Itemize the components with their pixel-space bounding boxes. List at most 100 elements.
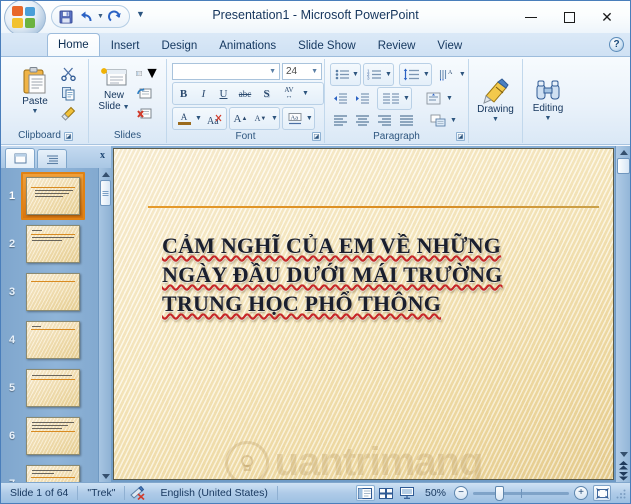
new-slide-button[interactable]: New Slide ▼ <box>94 63 134 113</box>
line-spacing-dropdown-icon[interactable]: ▼ <box>423 71 430 78</box>
strikethrough-button[interactable]: abc <box>234 84 256 103</box>
slide-scrollbar-thumb[interactable] <box>617 158 630 174</box>
columns-button[interactable] <box>379 89 403 108</box>
zoom-in-button[interactable]: + <box>574 486 588 500</box>
text-direction-button[interactable]: A <box>437 65 457 84</box>
font-name-input[interactable]: ▼ <box>172 63 280 80</box>
language-indicator[interactable]: English (United States) <box>151 483 276 503</box>
tab-design[interactable]: Design <box>150 34 208 56</box>
tab-view[interactable]: View <box>426 34 473 56</box>
tab-slide-show[interactable]: Slide Show <box>287 34 367 56</box>
view-slide-show-button[interactable] <box>398 485 417 501</box>
slide-scrollbar[interactable] <box>615 146 630 482</box>
thumbnail-scrollbar[interactable] <box>98 168 111 482</box>
tab-insert[interactable]: Insert <box>100 34 151 56</box>
align-left-button[interactable] <box>330 111 350 130</box>
align-text-dropdown-icon[interactable]: ▼ <box>446 95 453 102</box>
increase-indent-button[interactable] <box>352 89 372 108</box>
thumbnail-frame[interactable] <box>21 316 85 364</box>
thumbnail-frame[interactable] <box>21 268 85 316</box>
columns-dropdown-icon[interactable]: ▼ <box>403 95 410 102</box>
text-shadow-button[interactable]: S <box>257 84 276 103</box>
clear-formatting-button[interactable]: Aa <box>203 109 225 128</box>
align-text-button[interactable] <box>424 89 444 108</box>
list-item[interactable]: 3 <box>1 268 111 316</box>
thumbnail-frame[interactable] <box>21 364 85 412</box>
tab-review[interactable]: Review <box>367 34 427 56</box>
slide-scrollbar-track[interactable] <box>616 174 630 448</box>
list-item[interactable]: 4 <box>1 316 111 364</box>
delete-slide-button[interactable] <box>135 104 154 123</box>
list-item[interactable]: 7 <box>1 460 111 482</box>
justify-button[interactable] <box>396 111 416 130</box>
view-slide-sorter-button[interactable] <box>377 485 396 501</box>
italic-button[interactable]: I <box>194 84 213 103</box>
fit-to-window-button[interactable] <box>593 485 611 501</box>
thumbnail-list[interactable]: 1 2 3 4 5 6 <box>1 168 111 482</box>
thumbnail-frame[interactable] <box>21 220 85 268</box>
bullets-dropdown-icon[interactable]: ▼ <box>352 71 359 78</box>
help-icon[interactable]: ? <box>609 37 624 52</box>
slide-title-placeholder[interactable]: CẢM NGHĨ CỦA EM VỀ NHỮNG NGÀY ĐẦU DƯỚI M… <box>162 231 589 318</box>
reset-button[interactable] <box>135 84 154 103</box>
paragraph-dialog-launcher-icon[interactable]: ◪ <box>456 132 465 141</box>
thumbnail-frame[interactable] <box>21 460 85 482</box>
paste-dropdown-icon[interactable]: ▼ <box>32 108 39 115</box>
thumbnail-frame[interactable] <box>21 172 85 220</box>
tab-animations[interactable]: Animations <box>208 34 287 56</box>
line-spacing-button[interactable] <box>401 65 423 84</box>
font-size-input[interactable]: 24 ▼ <box>282 63 322 80</box>
character-spacing-button[interactable]: AV ↔ <box>277 84 301 103</box>
close-pane-icon[interactable]: x <box>100 150 105 161</box>
maximize-button[interactable] <box>550 5 588 29</box>
font-size-dropdown-icon[interactable]: ▼ <box>311 68 318 75</box>
copy-button[interactable] <box>59 84 78 103</box>
spellcheck-button[interactable] <box>125 483 151 503</box>
convert-smartart-dropdown-icon[interactable]: ▼ <box>450 117 457 124</box>
align-center-button[interactable] <box>352 111 372 130</box>
convert-smartart-button[interactable] <box>428 111 448 130</box>
list-item[interactable]: 6 <box>1 412 111 460</box>
tab-outline-view[interactable] <box>37 149 67 168</box>
font-size-group-dropdown-icon[interactable]: ▼ <box>271 115 278 122</box>
thumbnail-scrollbar-thumb[interactable] <box>100 180 111 206</box>
underline-button[interactable]: U <box>214 84 233 103</box>
font-color-dropdown-icon[interactable]: ▼ <box>195 115 202 122</box>
font-color-button[interactable]: A <box>174 109 194 128</box>
list-item[interactable]: 2 <box>1 220 111 268</box>
font-name-dropdown-icon[interactable]: ▼ <box>269 68 276 75</box>
numbering-dropdown-icon[interactable]: ▼ <box>385 71 392 78</box>
new-slide-dropdown-icon[interactable]: ▼ <box>123 104 130 111</box>
list-item[interactable]: 1 <box>1 172 111 220</box>
zoom-slider-handle[interactable] <box>495 485 504 501</box>
previous-slide-button[interactable] <box>616 460 630 471</box>
decrease-indent-button[interactable] <box>330 89 350 108</box>
zoom-out-button[interactable]: − <box>454 486 468 500</box>
align-right-button[interactable] <box>374 111 394 130</box>
thumbnail-frame[interactable] <box>21 412 85 460</box>
text-direction-dropdown-icon[interactable]: ▼ <box>459 71 466 78</box>
font-dialog-launcher-icon[interactable]: ◪ <box>312 132 321 141</box>
slide-canvas[interactable]: CẢM NGHĨ CỦA EM VỀ NHỮNG NGÀY ĐẦU DƯỚI M… <box>113 148 614 480</box>
zoom-slider[interactable] <box>473 485 569 501</box>
bold-button[interactable]: B <box>174 84 193 103</box>
cut-button[interactable] <box>59 64 78 83</box>
layout-dropdown-icon[interactable]: ▼ <box>144 65 160 83</box>
shrink-font-button[interactable]: A ▼ <box>251 109 270 128</box>
numbering-button[interactable]: 123 <box>365 65 385 84</box>
drawing-dropdown-icon[interactable]: ▼ <box>492 116 499 123</box>
drawing-button[interactable]: Drawing ▼ <box>472 75 520 124</box>
close-button[interactable]: ✕ <box>588 5 626 29</box>
zoom-level[interactable]: 50% <box>418 483 454 503</box>
character-spacing-dropdown-icon[interactable]: ▼ <box>302 90 309 97</box>
layout-button[interactable]: ▼ <box>135 64 161 83</box>
tab-slides-thumbnails[interactable] <box>5 148 35 168</box>
next-slide-button[interactable] <box>616 471 630 482</box>
change-case-dropdown-icon[interactable]: ▼ <box>306 115 313 122</box>
list-item[interactable]: 5 <box>1 364 111 412</box>
resize-grip-icon[interactable] <box>615 487 627 499</box>
minimize-button[interactable] <box>512 5 550 29</box>
clipboard-dialog-launcher-icon[interactable]: ◪ <box>63 131 73 141</box>
change-case-button[interactable]: Aa <box>284 109 306 128</box>
paste-button[interactable]: Paste ▼ <box>13 63 57 116</box>
